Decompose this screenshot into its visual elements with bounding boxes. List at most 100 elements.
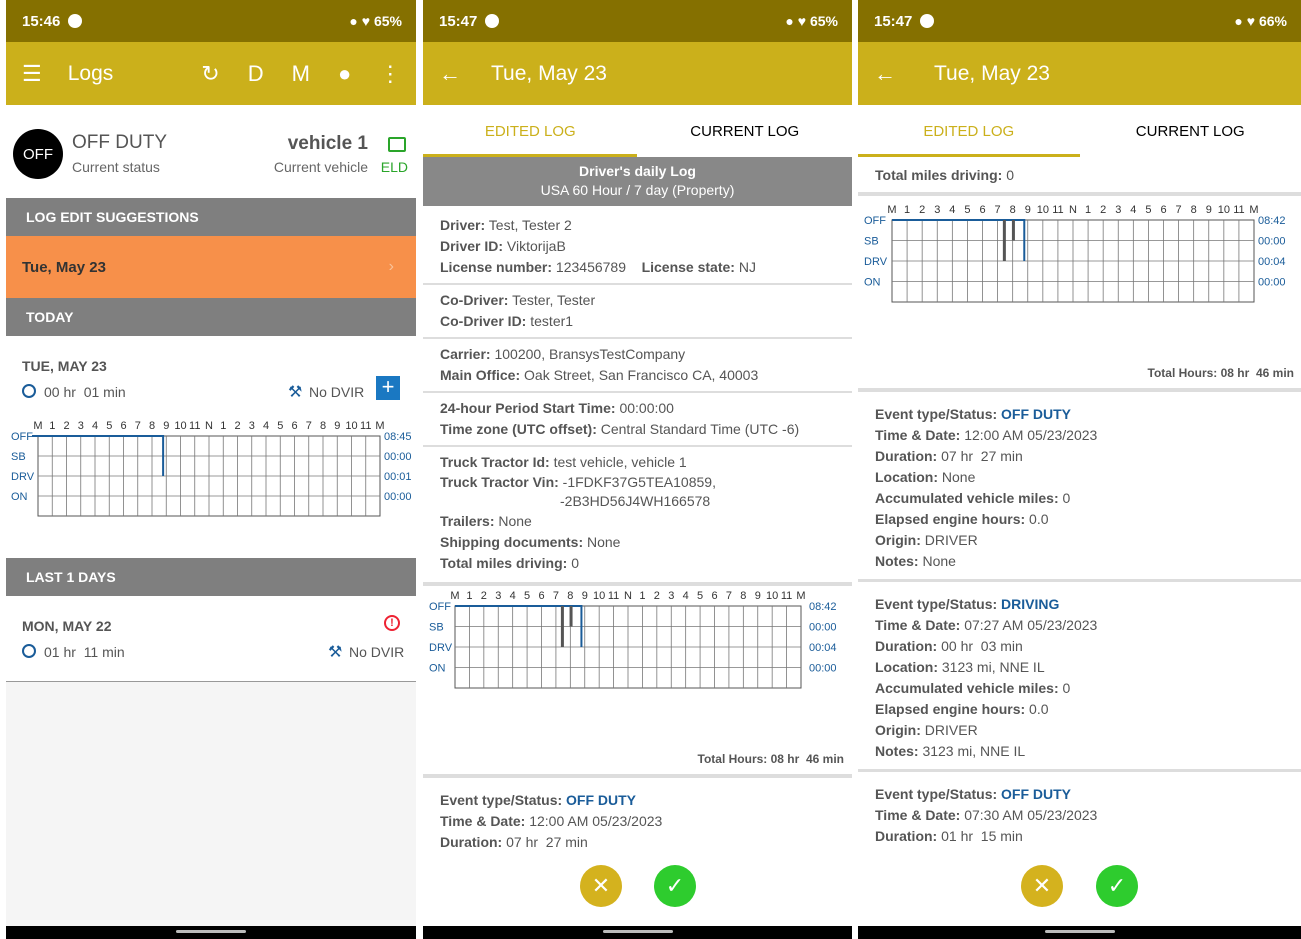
- current-status-card[interactable]: OFF OFF DUTY Current status vehicle 1 Cu…: [6, 105, 416, 198]
- status-time: 15:47: [874, 12, 913, 30]
- app-notification-icon: [920, 14, 935, 28]
- hour-tick-label: 4: [92, 420, 98, 432]
- tab-edited-log[interactable]: EDITED LOG: [858, 105, 1080, 157]
- home-handle[interactable]: [602, 930, 673, 933]
- event-origin: DRIVER: [924, 722, 978, 738]
- edited-log-screen: 15:47 ● ♥ 65% ← Tue, May 23 EDITED LOG C…: [423, 0, 852, 939]
- shipping-documents: None: [587, 534, 621, 550]
- hour-tick-label: 10: [174, 420, 186, 432]
- last-duration: 01 hr 11 min: [44, 644, 125, 660]
- event-time: 07:27 AM 05/23/2023: [964, 617, 1098, 633]
- reject-button[interactable]: ✕: [1021, 865, 1063, 907]
- hour-tick-label: 2: [63, 420, 69, 432]
- trailers: None: [498, 513, 532, 529]
- license-number: 123456789: [555, 259, 626, 275]
- event-location: 3123 mi, NNE IL: [941, 659, 1045, 675]
- row-hours: 00:00: [384, 451, 412, 463]
- hour-tick-label: 11: [189, 420, 200, 432]
- event-location: None: [941, 469, 976, 485]
- accept-button[interactable]: ✓: [1096, 865, 1138, 907]
- tab-indicator: [858, 154, 1080, 157]
- event-origin: DRIVER: [924, 532, 978, 548]
- hour-tick-label: 11: [608, 590, 619, 602]
- hour-tick-label: 5: [106, 420, 112, 432]
- log-chart-card: M 1 2 3 4 5 6 7 8 9 10 11 N 1 2 3 4 5 6 7 8 9 10 11 M OFF 08:42 SB 0…: [858, 196, 1301, 392]
- tab-current-log[interactable]: CURRENT LOG: [1080, 105, 1301, 157]
- status-icons: ● ♥ 65%: [349, 13, 402, 29]
- total-hours: Total Hours: 08 hr 46 min: [697, 752, 844, 766]
- tab-edited-log[interactable]: EDITED LOG: [423, 105, 638, 157]
- event-type: DRIVING: [1001, 596, 1060, 612]
- reject-button[interactable]: ✕: [580, 865, 622, 907]
- hour-tick-label: 9: [1206, 204, 1212, 216]
- hour-tick-label: 7: [553, 590, 559, 602]
- hour-tick-label: 3: [78, 420, 84, 432]
- hour-tick-label: 10: [593, 590, 605, 602]
- cast-icon: [388, 137, 406, 152]
- nav-bar: [423, 926, 852, 939]
- miles-row: Total miles driving: 0: [858, 157, 1301, 196]
- current-status-label: Current status: [72, 159, 160, 175]
- hour-tick-label: 8: [740, 590, 746, 602]
- row-hours: 08:45: [384, 431, 412, 443]
- truck-id: test vehicle, vehicle 1: [553, 454, 687, 470]
- hour-tick-label: 4: [1130, 204, 1136, 216]
- nav-bar: [6, 926, 416, 939]
- m-button[interactable]: M: [292, 61, 310, 87]
- hour-tick-label: 10: [766, 590, 778, 602]
- back-arrow-icon[interactable]: ←: [439, 61, 461, 87]
- license-state: NJ: [738, 259, 756, 275]
- log-chart-card: M 1 2 3 4 5 6 7 8 9 10 11 N 1 2 3 4 5 6 7 8 9 10 11 M OFF 08:42 SB 0…: [423, 586, 852, 778]
- hour-tick-label: 6: [979, 204, 985, 216]
- hour-tick-label: 9: [163, 420, 169, 432]
- row-label: DRV: [864, 256, 888, 268]
- menu-icon[interactable]: ☰: [22, 61, 42, 87]
- suggestion-item[interactable]: Tue, May 23 ›: [6, 236, 416, 298]
- hour-tick-label: 7: [726, 590, 732, 602]
- row-hours: 00:00: [809, 663, 837, 675]
- row-hours: 00:04: [809, 642, 837, 654]
- total-hours: Total Hours: 08 hr 46 min: [1147, 366, 1294, 380]
- status-bar: 15:47 ● ♥ 66%: [858, 0, 1301, 42]
- event-card: Event type/Status: OFF DUTY Time & Date:…: [875, 786, 1098, 844]
- event-miles: 0: [1062, 490, 1071, 506]
- status-bar: 15:47 ● ♥ 65%: [423, 0, 852, 42]
- row-hours: 00:00: [384, 491, 412, 503]
- nav-bar: [858, 926, 1301, 939]
- log-edit-suggestions-header: LOG EDIT SUGGESTIONS: [6, 198, 416, 236]
- accept-button[interactable]: ✓: [654, 865, 696, 907]
- hour-tick-label: 10: [345, 420, 357, 432]
- sync-icon[interactable]: ↻: [201, 61, 219, 87]
- home-handle[interactable]: [176, 930, 246, 933]
- truck-vin-2: -2B3HD56J4WH166578: [560, 493, 711, 509]
- tab-current-log[interactable]: CURRENT LOG: [638, 105, 853, 157]
- home-handle[interactable]: [1044, 930, 1115, 933]
- hour-tick-label: 2: [481, 590, 487, 602]
- d-button[interactable]: D: [248, 61, 264, 87]
- row-hours: 00:00: [1258, 277, 1286, 289]
- row-label: ON: [429, 663, 446, 675]
- location-icon[interactable]: ●: [338, 61, 351, 87]
- more-icon[interactable]: ⋮: [379, 61, 401, 87]
- hour-tick-label: M: [796, 590, 805, 602]
- last-days-header: LAST 1 DAYS: [6, 558, 416, 596]
- last-date: MON, MAY 22: [22, 618, 112, 634]
- hour-tick-label: M: [887, 204, 896, 216]
- hour-tick-label: N: [624, 590, 632, 602]
- time-zone: Central Standard Time (UTC -6): [600, 421, 800, 437]
- event-card: Event type/Status: OFF DUTY Time & Date:…: [858, 392, 1301, 582]
- hour-tick-label: 6: [120, 420, 126, 432]
- back-arrow-icon[interactable]: ←: [874, 61, 896, 87]
- event-engine-hours: 0.0: [1029, 511, 1049, 527]
- driver-id: ViktorijaB: [506, 238, 566, 254]
- hour-tick-label: 11: [781, 590, 792, 602]
- status-time: 15:46: [22, 12, 61, 30]
- period-section: 24-hour Period Start Time: 00:00:00 Time…: [423, 393, 852, 447]
- hour-tick-label: 3: [249, 420, 255, 432]
- driver-name: Test, Tester 2: [488, 217, 572, 233]
- last-log-card[interactable]: MON, MAY 22 ! 01 hr 11 min ⚒ No DVIR: [6, 596, 416, 682]
- hour-tick-label: 6: [1160, 204, 1166, 216]
- today-log-card[interactable]: TUE, MAY 23 00 hr 01 min ⚒ No DVIR + M12…: [6, 336, 416, 558]
- eld-label: ELD: [380, 159, 408, 175]
- status-badge: OFF: [13, 129, 63, 179]
